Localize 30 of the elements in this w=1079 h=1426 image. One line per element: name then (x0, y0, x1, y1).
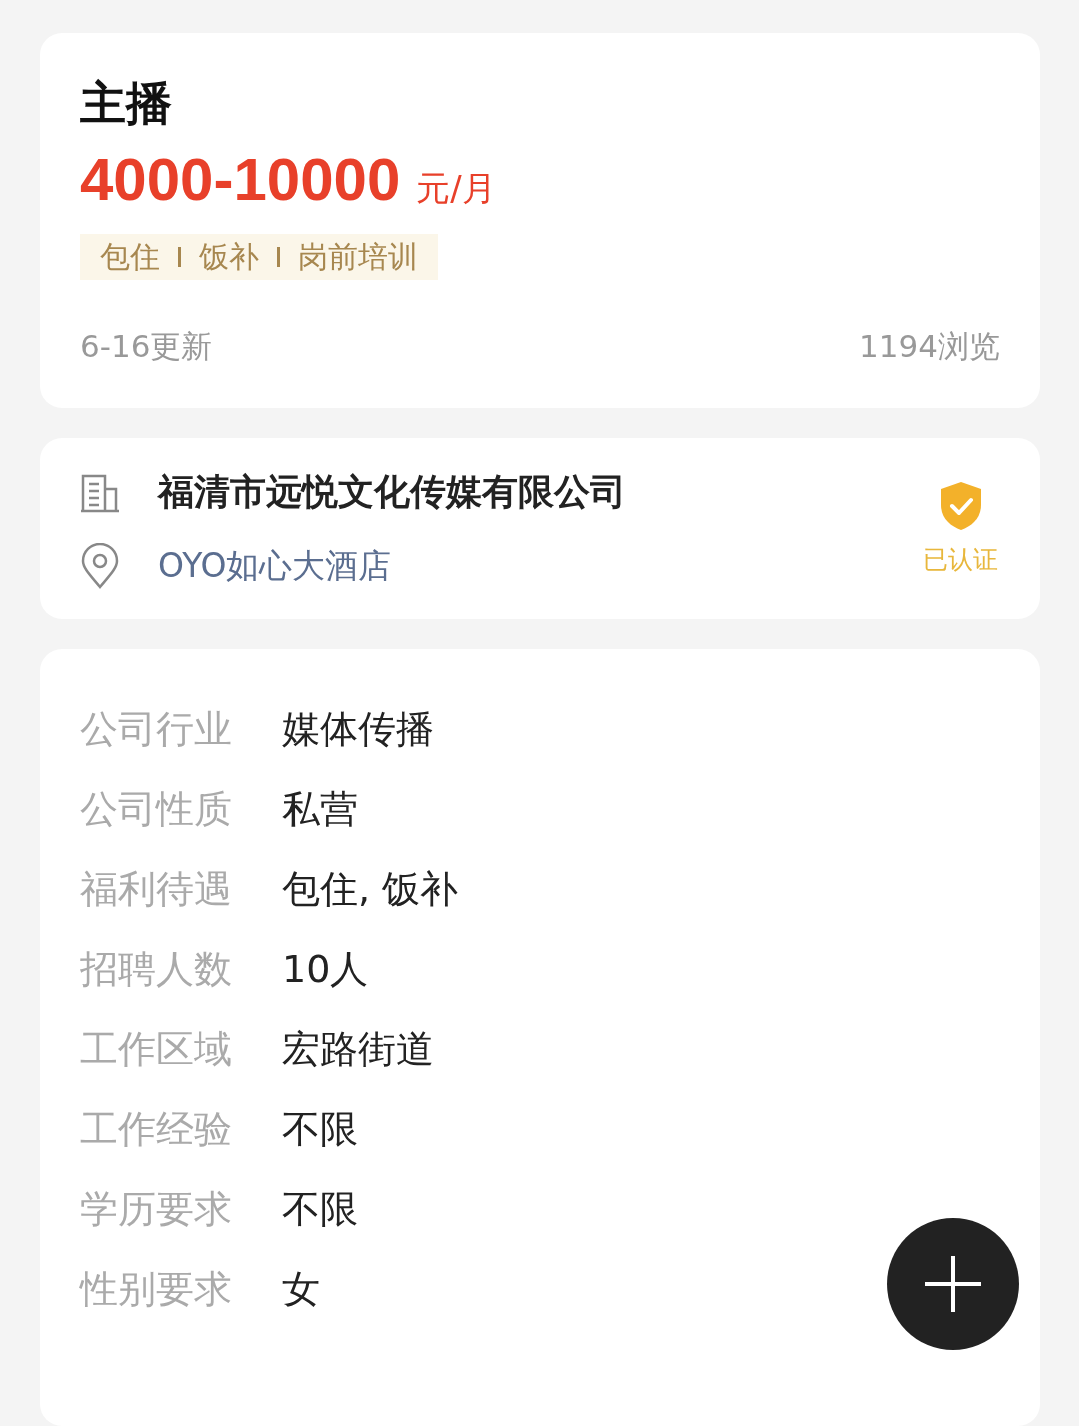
detail-label: 工作经验 (80, 1105, 232, 1153)
detail-label: 性别要求 (80, 1265, 232, 1313)
detail-label: 公司性质 (80, 785, 232, 833)
detail-value: 宏路街道 (282, 1025, 434, 1073)
detail-label: 福利待遇 (80, 865, 232, 913)
job-title: 主播 (80, 75, 173, 132)
salary-unit: 元/月 (416, 167, 496, 210)
building-icon (80, 472, 120, 513)
detail-label: 工作区域 (80, 1025, 232, 1073)
verified-label: 已认证 (923, 544, 998, 576)
detail-value: 不限 (282, 1185, 358, 1233)
detail-label: 招聘人数 (80, 945, 232, 993)
view-count: 1194浏览 (859, 327, 1000, 366)
work-location[interactable]: OYO如心大酒店 (158, 543, 392, 589)
detail-value: 私营 (282, 785, 358, 833)
detail-value: 10人 (282, 945, 369, 993)
detail-label: 公司行业 (80, 705, 232, 753)
plus-icon (923, 1254, 983, 1314)
company-name[interactable]: 福清市远悦文化传媒有限公司 (158, 468, 626, 517)
benefit-tag: 包住 (100, 238, 160, 276)
detail-value: 女 (282, 1265, 320, 1313)
detail-value: 媒体传播 (282, 705, 434, 753)
detail-value: 不限 (282, 1105, 358, 1153)
benefit-tag: 岗前培训 (298, 238, 418, 276)
benefit-tag: 饭补 (199, 238, 259, 276)
detail-value: 包住, 饭补 (282, 865, 459, 913)
location-pin-icon (80, 543, 120, 589)
detail-label: 学历要求 (80, 1185, 232, 1233)
salary: 4000-10000 (80, 145, 401, 214)
update-date: 6-16更新 (80, 327, 213, 366)
